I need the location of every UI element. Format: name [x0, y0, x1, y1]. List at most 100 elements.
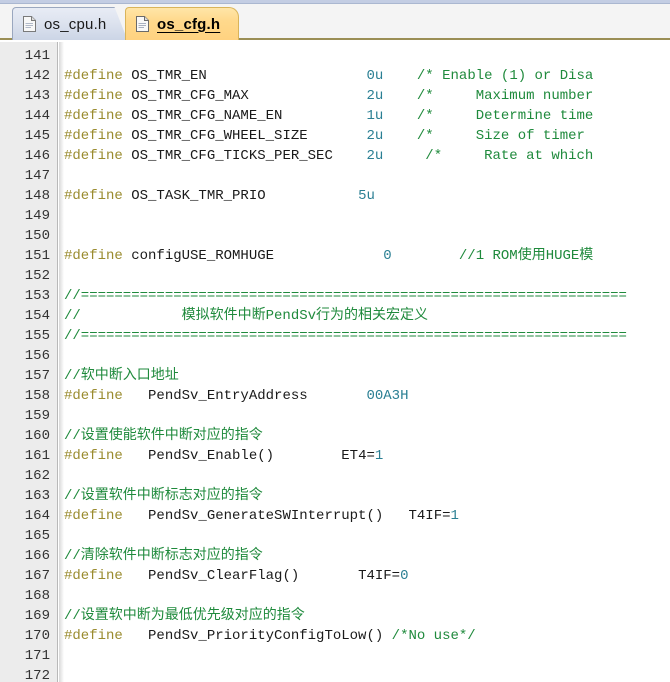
code-token: #define — [64, 248, 132, 264]
code-line[interactable] — [64, 526, 670, 546]
code-line[interactable] — [64, 466, 670, 486]
tab-label: os_cpu.h — [44, 15, 107, 33]
code-token: // 模拟软件中断PendSv行为的相关宏定义 — [64, 308, 429, 324]
code-token: //设置软中断为最低优先级对应的指令 — [64, 608, 305, 624]
code-token: 2u — [366, 148, 384, 164]
code-token: ET4= — [341, 448, 375, 464]
code-token: #define — [64, 188, 132, 204]
code-token: //设置使能软件中断对应的指令 — [64, 428, 263, 444]
code-line[interactable]: //设置软中断为最低优先级对应的指令 — [64, 606, 670, 626]
code-token: #define — [64, 68, 132, 84]
line-number: 165 — [24, 528, 50, 544]
code-token: /* Maximum number — [416, 88, 594, 104]
code-token: 00A3H — [366, 388, 409, 404]
line-number: 153 — [24, 288, 50, 304]
line-number: 158 — [24, 388, 50, 404]
code-line[interactable]: #define PendSv_EntryAddress 00A3H — [64, 386, 670, 406]
code-line[interactable]: //======================================… — [64, 326, 670, 346]
line-number: 157 — [24, 368, 50, 384]
tab-label: os_cfg.h — [157, 15, 221, 33]
code-token: #define — [64, 568, 149, 584]
code-line[interactable]: #define PendSv_GenerateSWInterrupt() T4I… — [64, 506, 670, 526]
code-line[interactable]: #define PendSv_Enable() ET4=1 — [64, 446, 670, 466]
line-number: 154 — [24, 308, 50, 324]
code-line[interactable]: //======================================… — [64, 286, 670, 306]
line-number: 171 — [24, 648, 50, 664]
line-number: 156 — [24, 348, 50, 364]
code-line[interactable]: #define PendSv_PriorityConfigToLow() /*N… — [64, 626, 670, 646]
code-line[interactable] — [64, 206, 670, 226]
code-editor[interactable]: 141 142 143 144 145 146 147 148 149 150 151 152 153 1… — [0, 42, 670, 682]
code-token: 1 — [450, 508, 459, 524]
code-token: //1 ROM使用HUGE模 — [458, 248, 594, 264]
code-token: configUSE_ROMHUGE — [131, 248, 275, 264]
code-line[interactable] — [64, 586, 670, 606]
code-line[interactable]: //设置软件中断标志对应的指令 — [64, 486, 670, 506]
code-token: OS_TMR_CFG_NAME_EN — [131, 108, 283, 124]
code-line[interactable]: #define PendSv_ClearFlag() T4IF=0 — [64, 566, 670, 586]
code-line[interactable] — [64, 406, 670, 426]
code-line[interactable]: #define OS_TMR_CFG_TICKS_PER_SEC 2u /* R… — [64, 146, 670, 166]
editor-window: os_cpu.h os_cfg.h 141 142 143 144 145 146 147 1… — [0, 0, 670, 682]
code-token: #define — [64, 108, 132, 124]
line-number: 155 — [24, 328, 50, 344]
line-number: 142 — [24, 68, 50, 84]
line-number: 146 — [24, 148, 50, 164]
line-number: 163 — [24, 488, 50, 504]
code-line[interactable]: // 模拟软件中断PendSv行为的相关宏定义 — [64, 306, 670, 326]
code-line[interactable] — [64, 266, 670, 286]
line-number: 147 — [24, 168, 50, 184]
code-line[interactable]: //清除软件中断标志对应的指令 — [64, 546, 670, 566]
line-number: 168 — [24, 588, 50, 604]
code-token: /* Determine time — [416, 108, 594, 124]
code-line[interactable]: #define OS_TMR_CFG_WHEEL_SIZE 2u /* Size… — [64, 126, 670, 146]
line-number: 160 — [24, 428, 50, 444]
code-token: //======================================… — [64, 288, 627, 304]
code-token: PendSv_ClearFlag() — [148, 568, 300, 584]
code-line[interactable] — [64, 666, 670, 682]
code-token: 1 — [374, 448, 384, 464]
code-line[interactable]: #define OS_TASK_TMR_PRIO 5u — [64, 186, 670, 206]
code-line[interactable]: //软中断入口地址 — [64, 366, 670, 386]
line-number: 141 — [24, 48, 50, 64]
line-number: 169 — [24, 608, 50, 624]
tab-os-cpu-h[interactable]: os_cpu.h — [12, 7, 127, 40]
code-token: 0u — [366, 68, 384, 84]
code-line[interactable]: #define configUSE_ROMHUGE 0 //1 ROM使用HUG… — [64, 246, 670, 266]
code-token: T4IF= — [408, 508, 451, 524]
code-token: /* Size of timer — [416, 128, 585, 144]
code-content[interactable]: #define OS_TMR_EN 0u /* Enable (1) or Di… — [64, 42, 670, 682]
code-line[interactable] — [64, 46, 670, 66]
code-token: #define — [64, 128, 132, 144]
tab-os-cfg-h[interactable]: os_cfg.h — [125, 7, 240, 40]
code-line[interactable]: //设置使能软件中断对应的指令 — [64, 426, 670, 446]
code-token: 1u — [366, 108, 384, 124]
line-number: 152 — [24, 268, 50, 284]
code-line[interactable] — [64, 646, 670, 666]
line-number: 159 — [24, 408, 50, 424]
code-token: //======================================… — [64, 328, 627, 344]
code-line[interactable]: #define OS_TMR_CFG_NAME_EN 1u /* Determi… — [64, 106, 670, 126]
code-line[interactable] — [64, 226, 670, 246]
code-token: /* Rate at which — [425, 148, 594, 164]
code-line[interactable]: #define OS_TMR_EN 0u /* Enable (1) or Di… — [64, 66, 670, 86]
line-number: 167 — [24, 568, 50, 584]
code-line[interactable] — [64, 166, 670, 186]
code-token: OS_TMR_CFG_MAX — [131, 88, 249, 104]
code-token: PendSv_Enable() — [148, 448, 275, 464]
code-line[interactable] — [64, 346, 670, 366]
line-number-list: 141 142 143 144 145 146 147 148 149 150 151 152 153 1… — [0, 42, 58, 682]
code-token: OS_TMR_CFG_TICKS_PER_SEC — [131, 148, 333, 164]
code-line[interactable]: #define OS_TMR_CFG_MAX 2u /* Maximum num… — [64, 86, 670, 106]
